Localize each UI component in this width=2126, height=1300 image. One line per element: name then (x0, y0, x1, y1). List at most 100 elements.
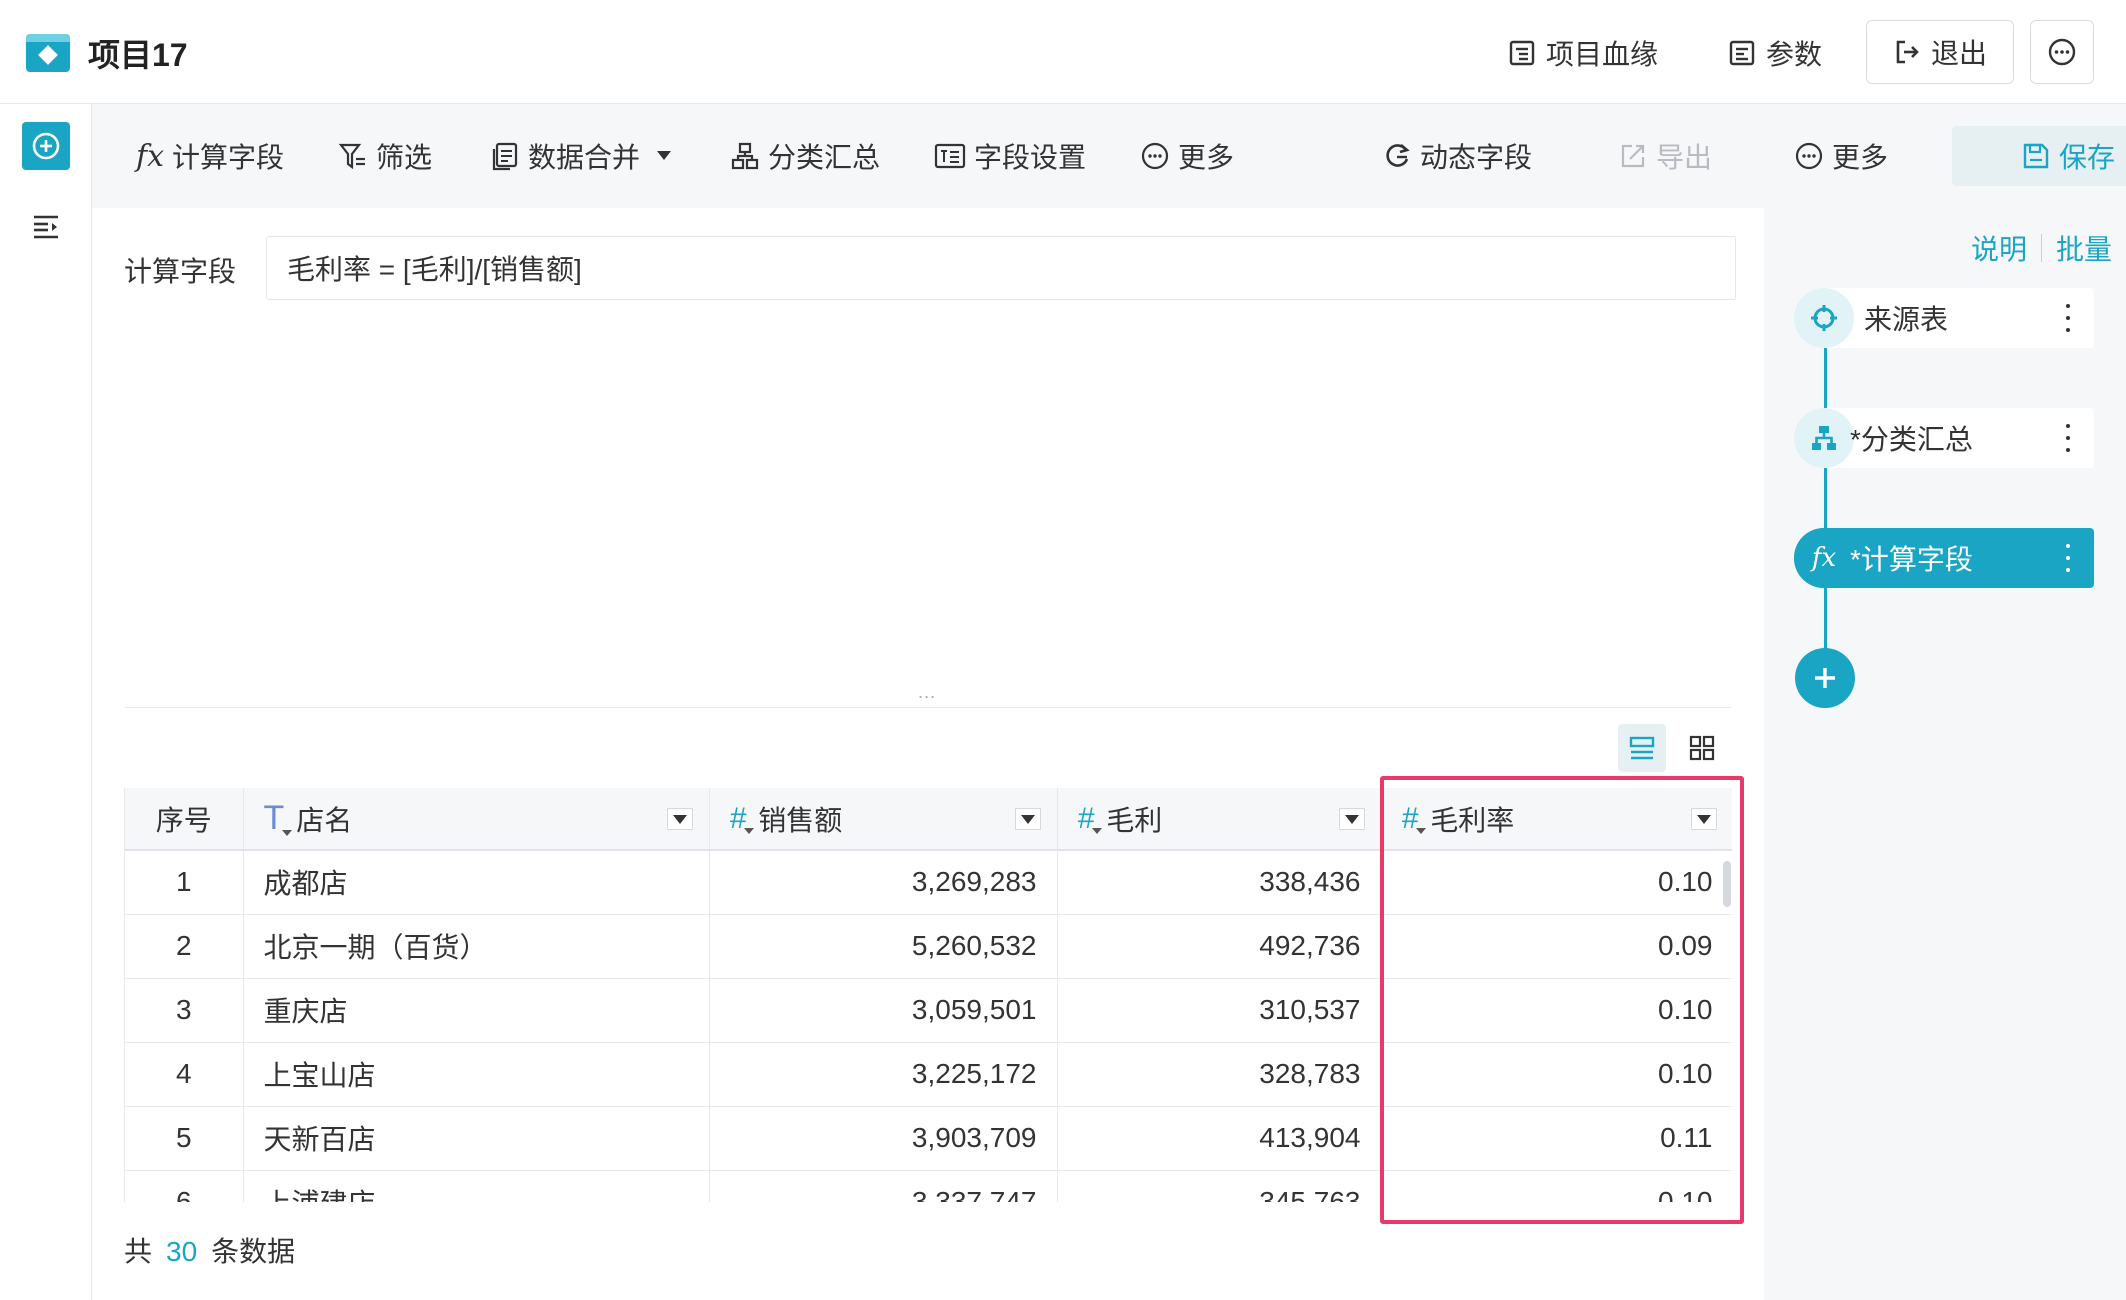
list-indent-icon (34, 215, 58, 239)
cell-profit: 328,783 (1057, 1042, 1382, 1107)
toolbar: fx 计算字段 筛选 数据合并 分类汇总 字段设置 更多 动态字段 导出 更多 … (92, 104, 2126, 208)
dynamic-field-button[interactable]: 动态字段 (1382, 132, 1532, 180)
help-link[interactable]: 说明 (1971, 228, 2027, 268)
caret-down-icon (657, 151, 672, 160)
row-count-suffix: 条数据 (211, 1236, 296, 1267)
project-title: 项目17 (88, 37, 188, 73)
splitter-line[interactable] (124, 707, 1732, 708)
fx-icon: fx (1794, 528, 1854, 588)
cell-sales: 3,269,283 (709, 850, 1058, 915)
cell-store: 上浦建店 (243, 1170, 710, 1202)
field-settings-button[interactable]: 字段设置 (934, 132, 1086, 180)
cell-profit: 338,436 (1057, 850, 1382, 915)
flow-node-source[interactable]: 来源表 (1794, 288, 2094, 348)
node-menu-icon[interactable] (2066, 424, 2070, 452)
step-list-button[interactable] (32, 214, 60, 247)
export-button[interactable]: 导出 (1618, 132, 1712, 180)
batch-link[interactable]: 批量 (2056, 228, 2112, 268)
list-view-button[interactable] (1618, 724, 1666, 772)
filter-button[interactable]: 筛选 (338, 132, 432, 180)
node-menu-icon[interactable] (2066, 304, 2070, 332)
row-count-prefix: 共 (124, 1236, 153, 1267)
calc-field-label: 计算字段 (124, 256, 237, 287)
row-count-number: 30 (166, 1236, 198, 1267)
more-circle-icon (2048, 38, 2076, 66)
filter-icon (338, 143, 365, 170)
text-type-icon[interactable]: T (264, 799, 292, 838)
more-right-button[interactable]: 更多 (1794, 132, 1888, 180)
formula-input[interactable]: 毛利率 = [毛利]/[销售额] (266, 236, 1736, 300)
cell-index: 5 (125, 1106, 244, 1171)
flow-node-label: *分类汇总 (1850, 424, 1973, 455)
cell-profit: 492,736 (1057, 914, 1382, 979)
highlight-box (1380, 776, 1744, 1224)
list-view-icon (1629, 736, 1655, 760)
hierarchy-icon (731, 142, 759, 170)
grid-view-button[interactable] (1678, 724, 1726, 772)
merge-button[interactable]: 数据合并 (490, 132, 672, 180)
more-left-button[interactable]: 更多 (1140, 132, 1234, 180)
plus-circle-icon (32, 132, 60, 160)
cell-index: 3 (125, 978, 244, 1043)
column-dropdown-button[interactable] (1338, 808, 1365, 830)
more-options-button[interactable] (2030, 20, 2094, 84)
cell-index: 4 (125, 1042, 244, 1107)
source-icon (1794, 288, 1854, 348)
calc-field-label: 计算字段 (172, 142, 285, 173)
exit-label: 退出 (1930, 38, 1987, 69)
cell-sales: 5,260,532 (709, 914, 1058, 979)
number-type-icon[interactable]: # (1078, 802, 1102, 836)
params-icon (1729, 40, 1755, 66)
merge-icon (492, 142, 518, 171)
node-menu-icon[interactable] (2066, 544, 2070, 572)
flow-connector (1824, 318, 1827, 678)
flow-links: 说明 批量 (1971, 228, 2112, 268)
add-step-button[interactable] (22, 122, 70, 170)
column-header-label: 店名 (296, 804, 353, 836)
group-summary-button[interactable]: 分类汇总 (730, 132, 880, 180)
column-dropdown-button[interactable] (666, 808, 693, 830)
dynamic-field-label: 动态字段 (1420, 142, 1533, 173)
field-settings-label: 字段设置 (974, 142, 1087, 173)
column-dropdown-button[interactable] (1014, 808, 1041, 830)
left-rail (0, 104, 92, 1300)
params-label: 参数 (1766, 39, 1823, 70)
column-header-index: 序号 (125, 788, 244, 851)
field-settings-icon (934, 143, 966, 169)
exit-button[interactable]: 退出 (1866, 20, 2014, 84)
link-divider (2040, 234, 2042, 262)
cell-index: 6 (125, 1170, 244, 1202)
cell-index: 2 (125, 914, 244, 979)
export-label: 导出 (1656, 142, 1713, 173)
save-button[interactable]: 保存 (1952, 126, 2126, 186)
cell-profit: 345,763 (1057, 1170, 1382, 1202)
number-type-icon[interactable]: # (730, 802, 754, 836)
cell-sales: 3,337,747 (709, 1170, 1058, 1202)
lineage-button[interactable]: 项目血缘 (1508, 28, 1658, 78)
flow-node-calc-field[interactable]: fx *计算字段 (1794, 528, 2094, 588)
flow-node-label: 来源表 (1864, 304, 1949, 335)
more-circle-icon (1795, 142, 1823, 170)
cell-profit: 310,537 (1057, 978, 1382, 1043)
cell-store: 重庆店 (243, 978, 710, 1043)
app-logo-icon (26, 34, 70, 72)
lineage-icon (1509, 40, 1535, 66)
cell-index: 1 (125, 850, 244, 915)
cell-store: 北京一期（百货） (243, 914, 710, 979)
cell-profit: 413,904 (1057, 1106, 1382, 1171)
grid-view-icon (1689, 735, 1715, 761)
column-header-store[interactable]: T 店名 (243, 788, 710, 851)
add-node-button[interactable] (1795, 648, 1855, 708)
column-header-sales[interactable]: # 销售额 (709, 788, 1058, 851)
more-left-label: 更多 (1178, 142, 1235, 173)
hierarchy-icon (1794, 408, 1854, 468)
column-header-profit[interactable]: # 毛利 (1057, 788, 1382, 851)
calc-field-button[interactable]: fx 计算字段 (136, 132, 284, 180)
fx-icon: fx (136, 138, 165, 174)
splitter-handle[interactable]: ... (918, 682, 936, 703)
params-button[interactable]: 参数 (1728, 28, 1822, 78)
lineage-label: 项目血缘 (1546, 39, 1659, 70)
flow-node-label: *计算字段 (1850, 544, 1973, 575)
flow-node-group-summary[interactable]: *分类汇总 (1794, 408, 2094, 468)
column-header-label: 销售额 (758, 804, 843, 836)
